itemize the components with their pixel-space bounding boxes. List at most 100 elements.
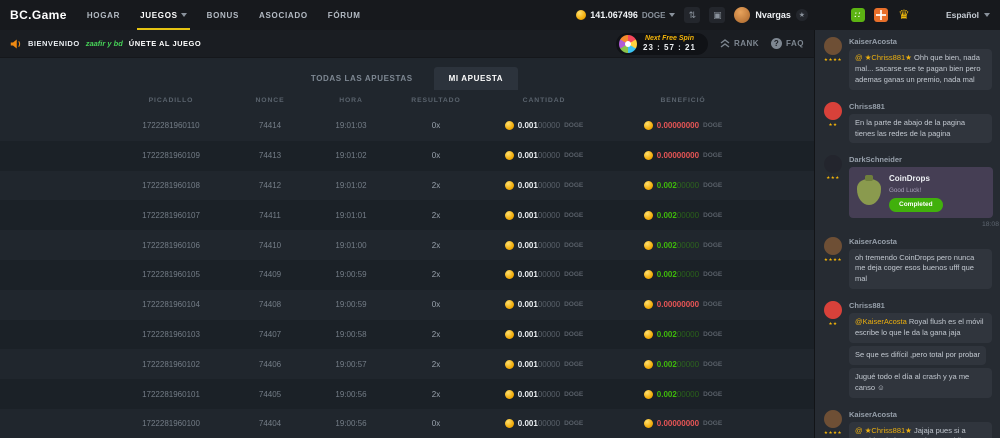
completed-button[interactable]: Completed xyxy=(889,198,943,211)
dice-icon[interactable] xyxy=(851,8,865,22)
doge-coin-icon xyxy=(644,181,653,190)
bc-game-logo[interactable]: BC.Game xyxy=(10,8,67,22)
swap-button[interactable]: ⇅ xyxy=(684,7,700,23)
currency-label: DOGE xyxy=(703,271,722,278)
user-stars: ★★★★ xyxy=(824,430,842,436)
currency-label: DOGE xyxy=(703,212,722,219)
avatar[interactable] xyxy=(824,237,842,255)
vault-button[interactable]: ▣ xyxy=(709,7,725,23)
hora-cell: 19:00:56 xyxy=(310,390,392,399)
balance-selector[interactable]: 141.067496 DOGE xyxy=(576,10,675,20)
mention[interactable]: @KaiserAcosta xyxy=(855,317,909,326)
menu-item[interactable]: HOGAR xyxy=(87,0,120,30)
avatar[interactable] xyxy=(824,301,842,319)
chevron-down-icon xyxy=(984,13,990,17)
rank-icon xyxy=(720,39,730,49)
table-row[interactable]: 1722281960103 74407 19:00:58 2x 0.001000… xyxy=(0,320,814,350)
cantidad-main: 0.001 xyxy=(518,270,538,279)
join-game-link[interactable]: ÚNETE AL JUEGO xyxy=(129,39,201,48)
currency-label: DOGE xyxy=(564,182,583,189)
beneficio-dim: 00000 xyxy=(677,390,699,399)
chat-username[interactable]: KaiserAcosta xyxy=(849,37,992,46)
chat-messages: ★★★★ KaiserAcosta @ ★Chriss881★ Ohh que … xyxy=(815,30,1000,438)
welcome-marquee: BIENVENIDO zaafir y bd ÚNETE AL JUEGO xyxy=(10,38,201,50)
table-row[interactable]: 1722281960100 74404 19:00:56 0x 0.001000… xyxy=(0,409,814,438)
chat-username[interactable]: KaiserAcosta xyxy=(849,237,992,246)
rank-button[interactable]: RANK xyxy=(720,39,759,49)
chat-bubble: oh tremendo CoinDrops pero nunca me deja… xyxy=(849,249,992,290)
hora-cell: 19:01:00 xyxy=(310,241,392,250)
mention[interactable]: @ ★Chriss881★ xyxy=(855,53,914,62)
beneficio-dim: 00000 xyxy=(677,241,699,250)
table-row[interactable]: 1722281960105 74409 19:00:59 2x 0.001000… xyxy=(0,260,814,290)
username: Nvargas xyxy=(755,10,791,20)
chat-username[interactable]: Chriss881 xyxy=(849,301,992,310)
language-selector[interactable]: Español xyxy=(946,10,990,20)
table-row[interactable]: 1722281960102 74406 19:00:57 2x 0.001000… xyxy=(0,349,814,379)
menu-item[interactable]: BONUS xyxy=(207,0,239,30)
faq-button[interactable]: ? FAQ xyxy=(771,38,804,49)
chat-header-icons xyxy=(851,8,911,22)
user-menu[interactable]: Nvargas ★ xyxy=(734,7,808,23)
hora-cell: 19:01:01 xyxy=(310,211,392,220)
doge-coin-icon xyxy=(644,390,653,399)
column-header-beneficio: BENEFICIÓ xyxy=(608,97,758,104)
avatar[interactable] xyxy=(824,410,842,428)
table-row[interactable]: 1722281960106 74410 19:01:00 2x 0.001000… xyxy=(0,230,814,260)
doge-coin-icon xyxy=(505,390,514,399)
table-row[interactable]: 1722281960110 74414 19:01:03 0x 0.001000… xyxy=(0,111,814,141)
table-row[interactable]: 1722281960107 74411 19:01:01 2x 0.001000… xyxy=(0,200,814,230)
doge-coin-icon xyxy=(505,151,514,160)
doge-coin-icon xyxy=(505,419,514,428)
hora-cell: 19:00:58 xyxy=(310,330,392,339)
nonce-cell: 74413 xyxy=(230,151,310,160)
avatar[interactable] xyxy=(824,102,842,120)
chat-username[interactable]: DarkSchneider xyxy=(849,155,992,164)
nonce-cell: 74409 xyxy=(230,270,310,279)
tab-mi-apuesta[interactable]: MI APUESTA xyxy=(434,67,518,90)
resultado-cell: 0x xyxy=(392,121,480,130)
mention[interactable]: @ ★Chriss881★ xyxy=(855,426,914,435)
money-bag-icon xyxy=(857,179,881,205)
chat-username[interactable]: Chriss881 xyxy=(849,102,992,111)
menu-item-label: BONUS xyxy=(207,11,239,20)
table-row[interactable]: 1722281960104 74408 19:00:59 0x 0.001000… xyxy=(0,290,814,320)
currency-label: DOGE xyxy=(703,391,722,398)
table-row[interactable]: 1722281960109 74413 19:01:02 0x 0.001000… xyxy=(0,141,814,171)
doge-coin-icon xyxy=(644,211,653,220)
tab-todas-las-apuestas[interactable]: TODAS LAS APUESTAS xyxy=(296,67,428,90)
menu-item[interactable]: FÓRUM xyxy=(328,0,361,30)
welcome-label: BIENVENIDO xyxy=(28,39,80,48)
table-row[interactable]: 1722281960101 74405 19:00:56 2x 0.001000… xyxy=(0,379,814,409)
avatar[interactable] xyxy=(824,155,842,173)
hora-cell: 19:01:02 xyxy=(310,181,392,190)
cantidad-cell: 0.00100000DOGE xyxy=(480,360,608,369)
gift-icon[interactable] xyxy=(874,8,888,22)
doge-coin-icon xyxy=(644,151,653,160)
welcome-username[interactable]: zaafir y bd xyxy=(86,39,123,48)
language-label: Español xyxy=(946,10,979,20)
coindrops-card[interactable]: CoinDrops Good Luck! Completed xyxy=(849,167,993,217)
menu-item[interactable]: JUEGOS xyxy=(140,0,187,30)
avatar[interactable] xyxy=(824,37,842,55)
beneficio-main: 0.00000000 xyxy=(657,419,699,428)
table-row[interactable]: 1722281960108 74412 19:01:02 2x 0.001000… xyxy=(0,171,814,201)
user-stars: ★★ xyxy=(828,321,837,327)
trophy-icon[interactable] xyxy=(897,8,911,22)
resultado-cell: 2x xyxy=(392,330,480,339)
doge-coin-icon xyxy=(644,419,653,428)
free-spin-widget[interactable]: Next Free Spin 23 : 57 : 21 xyxy=(616,33,708,55)
menu-item[interactable]: ASOCIADO xyxy=(259,0,308,30)
doge-coin-icon xyxy=(505,121,514,130)
doge-coin-icon xyxy=(505,270,514,279)
spin-wheel-icon xyxy=(619,35,637,53)
chat-user-column: ★★★ xyxy=(823,155,843,227)
currency-label: DOGE xyxy=(564,152,583,159)
chat-bubble: @ ★Chriss881★ Ohh que bien, nada mal... … xyxy=(849,49,992,90)
hora-cell: 19:00:59 xyxy=(310,270,392,279)
cantidad-main: 0.001 xyxy=(518,360,538,369)
currency-label: DOGE xyxy=(703,152,722,159)
hash-cell: 1722281960108 xyxy=(112,181,230,190)
beneficio-cell: 0.00000000DOGE xyxy=(608,419,758,428)
chat-username[interactable]: KaiserAcosta xyxy=(849,410,992,419)
